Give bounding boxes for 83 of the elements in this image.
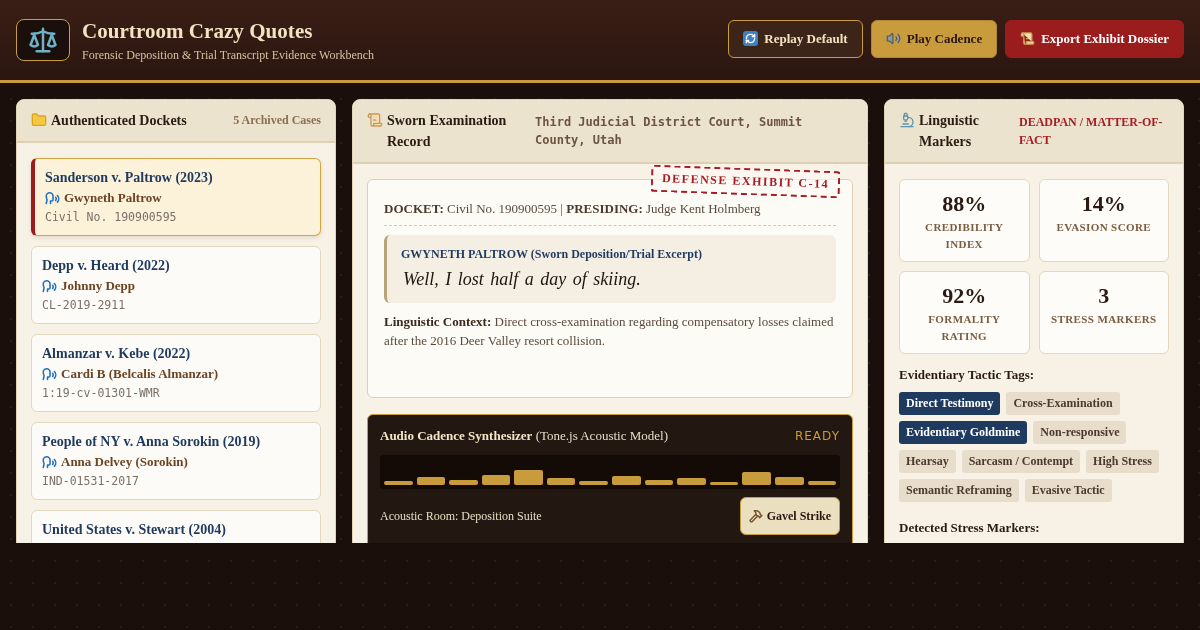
section-label: Detected Stress Markers: bbox=[899, 519, 1041, 537]
speaking-head-icon bbox=[42, 454, 57, 470]
speaker-name: Cardi B (Belcalis Almanzar) bbox=[61, 365, 219, 383]
microscope-icon bbox=[899, 112, 915, 128]
replay-button[interactable]: Replay Default bbox=[728, 19, 863, 58]
tactic-tag[interactable]: Sarcasm / Contempt bbox=[961, 450, 1081, 473]
docket-card[interactable]: Sanderson v. Paltrow (2023) Gwyneth Paltrow Civil No. 190900595 bbox=[31, 158, 321, 236]
case-name: Sanderson v. Paltrow (2023) bbox=[45, 169, 214, 187]
waveform-bar bbox=[677, 478, 706, 485]
tactic-tag[interactable]: Evasive Tactic bbox=[1024, 479, 1112, 502]
refresh-icon bbox=[743, 31, 759, 46]
panel-title: Linguistic Markers bbox=[919, 112, 980, 151]
stat-label: EVASION SCORE bbox=[1056, 220, 1152, 235]
scroll-icon bbox=[1020, 31, 1036, 46]
court-name: Third Judicial District Court, Summit County, Utah bbox=[535, 114, 804, 149]
waveform-bar bbox=[709, 482, 739, 485]
app-subtitle: Forensic Deposition & Trial Transcript Evidence Workbench bbox=[82, 46, 375, 63]
docket-line: DOCKET: Civil No. 190900595 | PRESIDING: Judge Kent Holmberg bbox=[384, 199, 836, 226]
tactic-tag[interactable]: Cross-Examination bbox=[1006, 392, 1120, 415]
waveform-bar bbox=[514, 470, 543, 485]
quote-text: Well, I lost half a day of skiing. bbox=[402, 268, 642, 291]
panel-title: Authenticated Dockets bbox=[51, 112, 187, 130]
tactic-tag[interactable]: Direct Testimony bbox=[899, 392, 1001, 415]
tactic-tag[interactable]: Hearsay bbox=[899, 450, 956, 473]
exhibit-stamp: DEFENSE EXHIBIT C-14 bbox=[650, 164, 841, 199]
speaker-icon bbox=[885, 31, 901, 46]
tone-label: DEADPAN / MATTER-OF-FACT bbox=[1019, 114, 1164, 149]
case-name: United States v. Stewart (2004) bbox=[42, 521, 227, 539]
tactic-tag[interactable]: Evidentiary Goldmine bbox=[899, 421, 1028, 444]
docket-number: IND-01531-2017 bbox=[42, 473, 140, 490]
waveform-bar bbox=[742, 472, 771, 485]
tactic-tag[interactable]: Semantic Reframing bbox=[899, 479, 1019, 502]
stat-value: 3 bbox=[1098, 282, 1110, 310]
context-text: Linguistic Context: Direct cross-examination regarding compensatory losses claimed after the 2016 Deer Valley resort collision. bbox=[384, 313, 835, 350]
scales-logo-icon bbox=[16, 19, 70, 61]
waveform-bar bbox=[644, 480, 674, 485]
quote-speaker: GWYNETH PALTROW (Sworn Deposition/Trial Excerpt) bbox=[401, 246, 703, 263]
docket-number: CL-2019-2911 bbox=[42, 297, 127, 314]
scroll-icon bbox=[367, 112, 383, 128]
docket-card[interactable]: Depp v. Heard (2022) Johnny Depp CL-2019-2911 bbox=[31, 246, 321, 324]
play-button[interactable]: Play Cadence bbox=[870, 19, 998, 58]
section-label: Evidentiary Tactic Tags: bbox=[899, 366, 1036, 384]
panel-title: Sworn Examination Record bbox=[387, 112, 508, 151]
waveform-bar bbox=[807, 481, 837, 485]
tactic-tag[interactable]: Non-responsive bbox=[1033, 421, 1127, 444]
speaker-name: Johnny Depp bbox=[61, 277, 136, 295]
speaker-name: Gwyneth Paltrow bbox=[64, 189, 162, 207]
stat-value: 88% bbox=[942, 190, 987, 218]
waveform-bar bbox=[774, 477, 804, 485]
case-count: 5 Archived Cases bbox=[233, 113, 321, 128]
export-button[interactable]: Export Exhibit Dossier bbox=[1005, 19, 1184, 58]
stat-label: FORMALITY RATING bbox=[927, 312, 1002, 344]
waveform-bar bbox=[384, 481, 413, 485]
folder-icon bbox=[31, 112, 47, 128]
stat-label: CREDIBILITY INDEX bbox=[924, 220, 1005, 252]
room-text: Acoustic Room: Deposition Suite bbox=[380, 508, 542, 524]
stat-value: 92% bbox=[942, 282, 987, 310]
speaking-head-icon bbox=[42, 278, 57, 294]
waveform-bar bbox=[481, 475, 511, 485]
stat-value: 14% bbox=[1081, 190, 1126, 218]
waveform-bar bbox=[546, 478, 576, 485]
speaking-head-icon bbox=[42, 366, 57, 382]
stat-label: STRESS MARKERS bbox=[1050, 312, 1157, 327]
case-name: Almanzar v. Kebe (2022) bbox=[42, 345, 192, 363]
docket-number: 1:19-cv-01301-WMR bbox=[42, 385, 161, 402]
waveform-bar bbox=[612, 476, 641, 485]
docket-number: Civil No. 190900595 bbox=[45, 209, 178, 226]
speaking-head-icon bbox=[45, 190, 60, 206]
gavel-button[interactable]: Gavel Strike bbox=[739, 497, 840, 535]
synth-title: Audio Cadence Synthesizer (Tone.js Acoustic Model) bbox=[380, 427, 668, 445]
waveform-bar bbox=[449, 480, 478, 485]
tactic-tag[interactable]: High Stress bbox=[1086, 450, 1159, 473]
waveform-bar bbox=[579, 481, 609, 485]
docket-card[interactable]: United States v. Stewart (2004) bbox=[31, 510, 321, 543]
hammer-icon bbox=[748, 509, 763, 523]
docket-card[interactable]: People of NY v. Anna Sorokin (2019) Anna Delvey (Sorokin) IND-01531-2017 bbox=[31, 422, 321, 500]
case-name: People of NY v. Anna Sorokin (2019) bbox=[42, 433, 262, 451]
app-title: Courtroom Crazy Quotes bbox=[82, 17, 314, 44]
speaker-name: Anna Delvey (Sorokin) bbox=[61, 453, 188, 471]
docket-card[interactable]: Almanzar v. Kebe (2022) Cardi B (Belcalis Almanzar) 1:19-cv-01301-WMR bbox=[31, 334, 321, 412]
waveform-bar bbox=[416, 477, 446, 485]
status-text: READY bbox=[794, 428, 840, 445]
case-name: Depp v. Heard (2022) bbox=[42, 257, 171, 275]
